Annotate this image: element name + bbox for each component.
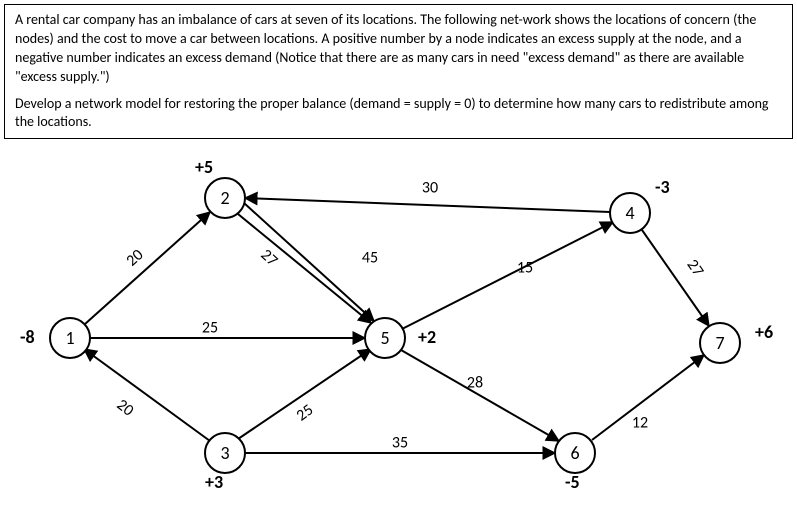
supply-7: +6 xyxy=(755,321,773,343)
cost-2-5: 27 xyxy=(257,246,282,271)
edge-3-5 xyxy=(238,349,371,439)
svg-text:5: 5 xyxy=(380,327,389,349)
supply-3: +3 xyxy=(205,471,223,493)
node-5: 5 xyxy=(365,318,405,358)
cost-5-2: 45 xyxy=(362,249,378,268)
problem-paragraph-2: Develop a network model for restoring th… xyxy=(15,95,782,133)
edge-5-4 xyxy=(402,222,613,329)
svg-text:2: 2 xyxy=(220,187,229,209)
cost-1-2: 20 xyxy=(123,246,148,271)
supply-1: -8 xyxy=(20,326,35,348)
cost-3-6: 35 xyxy=(392,434,408,453)
supply-5: +2 xyxy=(418,326,436,348)
problem-text: A rental car company has an imbalance of… xyxy=(4,4,793,139)
svg-text:6: 6 xyxy=(570,442,579,464)
cost-6-7: 12 xyxy=(632,414,648,433)
edge-4-7 xyxy=(642,230,709,326)
node-1: 1 xyxy=(50,318,90,358)
node-6: 6 xyxy=(555,433,595,473)
cost-5-4: 15 xyxy=(517,259,533,278)
svg-text:3: 3 xyxy=(220,442,229,464)
node-7: 7 xyxy=(700,323,740,363)
cost-2-4: 30 xyxy=(422,179,438,198)
cost-3-5: 25 xyxy=(293,401,317,426)
svg-text:7: 7 xyxy=(715,332,724,354)
supply-2: +5 xyxy=(195,156,213,178)
problem-paragraph-1: A rental car company has an imbalance of… xyxy=(15,11,782,87)
supply-6: -5 xyxy=(565,471,580,493)
cost-4-7: 27 xyxy=(683,256,708,280)
network-diagram: 20 20 25 27 30 25 35 15 28 45 27 12 1 2 … xyxy=(0,143,797,503)
edge-1-3 xyxy=(84,349,210,441)
edge-2-5 xyxy=(238,214,371,323)
edge-1-2 xyxy=(85,212,210,324)
cost-1-3: 20 xyxy=(113,396,137,421)
node-4: 4 xyxy=(610,193,650,233)
svg-text:4: 4 xyxy=(625,202,634,224)
edge-5-6 xyxy=(401,350,559,441)
svg-text:1: 1 xyxy=(65,327,74,349)
supply-4: -3 xyxy=(655,176,670,198)
cost-1-5: 25 xyxy=(202,319,218,338)
node-3: 3 xyxy=(205,433,245,473)
node-2: 2 xyxy=(205,178,245,218)
cost-5-6: 28 xyxy=(467,374,483,393)
edge-2-4 xyxy=(245,198,610,212)
